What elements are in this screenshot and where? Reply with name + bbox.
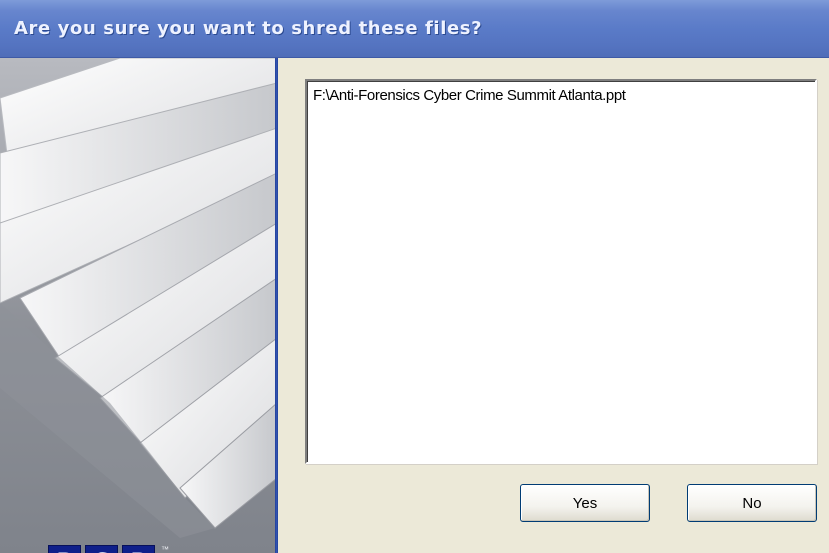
list-item[interactable]: F:\Anti-Forensics Cyber Crime Summit Atl…: [313, 87, 626, 104]
shred-confirm-dialog: Are you sure you want to shred these fil…: [0, 0, 829, 553]
paper-strips-shred-graphic: [0, 58, 277, 538]
pgp-logo-letter: G: [85, 545, 118, 553]
no-button[interactable]: No: [687, 484, 817, 522]
trademark-mark: ™: [161, 545, 169, 553]
dialog-title-bar[interactable]: Are you sure you want to shred these fil…: [0, 0, 829, 58]
pgp-logo-letter: P: [48, 545, 81, 553]
pgp-side-graphic: P G P ™: [0, 58, 277, 553]
pgp-logo-letter: P: [122, 545, 155, 553]
dialog-title: Are you sure you want to shred these fil…: [14, 18, 483, 39]
side-divider: [275, 58, 278, 553]
yes-button[interactable]: Yes: [520, 484, 650, 522]
file-list-box[interactable]: F:\Anti-Forensics Cyber Crime Summit Atl…: [305, 79, 817, 464]
pgp-logo: P G P ™: [48, 545, 169, 553]
